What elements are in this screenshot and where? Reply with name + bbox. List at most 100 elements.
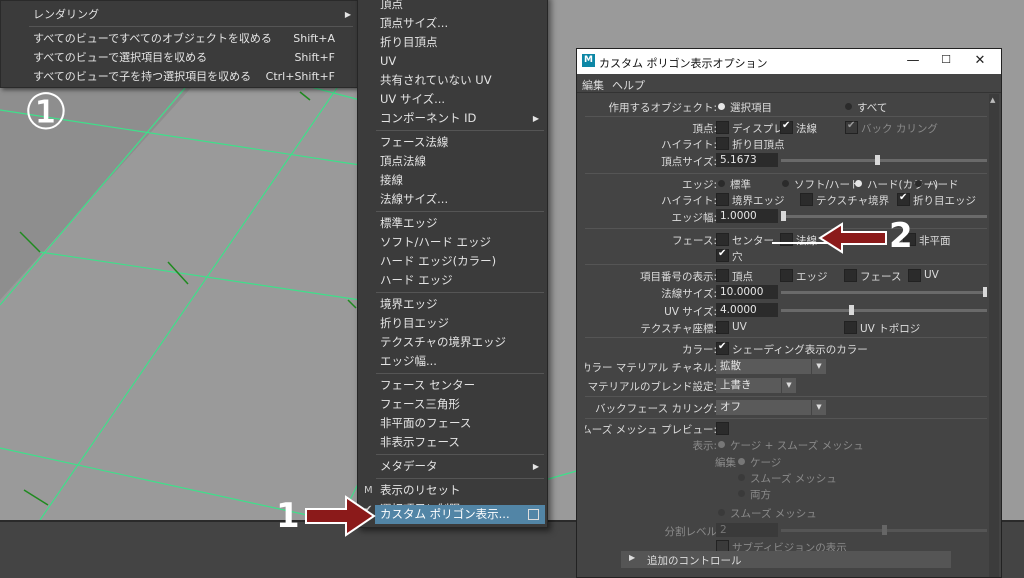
normal-size-slider[interactable] <box>781 291 987 294</box>
menu-item-uv-size[interactable]: UV サイズ... <box>358 90 547 109</box>
dialog-titlebar[interactable]: M カスタム ポリゴン表示オプション — ☐ ✕ <box>577 49 1001 74</box>
material-blend-label: マテリアルのブレンド設定: <box>587 381 717 393</box>
menu-help[interactable]: ヘルプ <box>612 77 645 93</box>
normal-size-field[interactable]: 10.0000 <box>716 285 778 299</box>
normal-size-slider-handle[interactable] <box>983 287 987 297</box>
menu-item-hard-edges[interactable]: ハード エッジ <box>358 271 547 290</box>
red-arrow-icon <box>305 495 376 537</box>
edges-hard-color-radio[interactable] <box>855 180 862 187</box>
menu-item-vertex-normals[interactable]: 頂点法線 <box>358 152 547 171</box>
menu-item-uv[interactable]: UV <box>358 52 547 71</box>
apply-to-all-radio[interactable] <box>845 103 852 110</box>
shaded-color-checkbox[interactable] <box>716 341 729 355</box>
vertex-size-field[interactable]: 5.1673 <box>716 153 778 167</box>
division-level-field[interactable]: 2 <box>716 523 778 537</box>
edit-smooth-mesh-radio[interactable] <box>738 474 745 481</box>
menu-item-tangents[interactable]: 接線 <box>358 171 547 190</box>
smooth-mesh-radio[interactable] <box>718 509 725 516</box>
menu-item-crease-vertices[interactable]: 折り目頂点 <box>358 33 547 52</box>
menu-item-hard-edges-color[interactable]: ハード エッジ(カラー) <box>358 252 547 271</box>
dialog-menubar: 編集 ヘルプ <box>577 74 1001 93</box>
vertices-display-checkbox[interactable] <box>716 121 729 134</box>
dropdown-arrow-icon: ▼ <box>811 359 826 374</box>
menu-item-face-normals[interactable]: フェース法線 <box>358 133 547 152</box>
edges-standard-radio[interactable] <box>718 180 725 187</box>
backface-culling-mode-label: バックフェース カリング: <box>595 403 717 415</box>
numbers-vertices-label: 頂点 <box>732 271 753 283</box>
close-button[interactable]: ✕ <box>970 53 990 68</box>
uv-topology-checkbox[interactable] <box>844 321 857 334</box>
texture-borders-checkbox[interactable] <box>800 193 813 206</box>
uv-size-slider-handle[interactable] <box>849 305 854 315</box>
vertex-size-slider[interactable] <box>781 159 987 162</box>
maximize-button[interactable]: ☐ <box>936 53 956 66</box>
menu-item-soft-hard-edges[interactable]: ソフト/ハード エッジ <box>358 233 547 252</box>
menu-item-metadata[interactable]: メタデータ ▶ <box>358 457 547 476</box>
additional-controls-section[interactable]: ▶ 追加のコントロール <box>621 551 951 568</box>
edge-width-field[interactable]: 1.0000 <box>716 209 778 223</box>
crease-vertices-checkbox[interactable] <box>716 137 729 150</box>
menu-item-crease-edges[interactable]: 折り目エッジ <box>358 314 547 333</box>
edit-cage-radio[interactable] <box>738 458 745 465</box>
smooth-preview-checkbox[interactable] <box>716 422 729 435</box>
color-material-channel-dropdown[interactable]: 拡散 ▼ <box>716 359 826 374</box>
display-cage-smooth-radio[interactable] <box>718 441 725 448</box>
face-centers-checkbox[interactable] <box>716 233 729 246</box>
uv-size-slider[interactable] <box>781 309 987 312</box>
menu-item-hidden-faces[interactable]: 非表示フェース <box>358 433 547 452</box>
menu-item-custom-polygon-display[interactable]: カスタム ポリゴン表示... <box>375 505 545 524</box>
menu-item-component-id[interactable]: コンポーネント ID ▶ <box>358 109 547 128</box>
section-separator <box>585 418 987 419</box>
normal-size-label: 法線サイズ: <box>661 288 717 300</box>
dialog-scrollbar[interactable]: ▲ <box>989 94 999 577</box>
menu-item-vertices[interactable]: 頂点 <box>358 0 547 14</box>
menu-item-face-center[interactable]: フェース センター <box>358 376 547 395</box>
uv-size-label: UV サイズ: <box>664 306 717 318</box>
apply-to-selected-radio[interactable] <box>718 103 725 110</box>
menu-item-normal-size[interactable]: 法線サイズ... <box>358 190 547 209</box>
numbers-faces-checkbox[interactable] <box>844 269 857 282</box>
edge-width-label: エッジ幅: <box>671 212 717 224</box>
menu-item-texture-border-edges[interactable]: テクスチャの境界エッジ <box>358 333 547 352</box>
crease-edges-checkbox[interactable] <box>897 192 910 206</box>
texture-uv-checkbox[interactable] <box>716 321 729 334</box>
menu-item-reset-display[interactable]: M 表示のリセット <box>358 481 547 500</box>
menu-item-border-edges[interactable]: 境界エッジ <box>358 295 547 314</box>
vertices-normals-checkbox[interactable] <box>780 120 793 134</box>
material-blend-dropdown[interactable]: 上書き ▼ <box>716 378 796 393</box>
backface-culling-dropdown[interactable]: オフ ▼ <box>716 400 826 415</box>
numbers-uv-label: UV <box>924 269 939 281</box>
backface-culling-checkbox[interactable] <box>845 120 858 134</box>
menu-item-face-triangles[interactable]: フェース三角形 <box>358 395 547 414</box>
menu-edit[interactable]: 編集 <box>582 77 604 93</box>
vertex-size-slider-handle[interactable] <box>875 155 880 165</box>
menu-separator <box>376 130 544 131</box>
border-edges-checkbox[interactable] <box>716 193 729 206</box>
menu-item-unshared-uv[interactable]: 共有されていない UV <box>358 71 547 90</box>
edge-width-slider-handle[interactable] <box>781 211 786 221</box>
edge-width-slider[interactable] <box>781 215 987 218</box>
numbers-edges-checkbox[interactable] <box>780 269 793 282</box>
menu-item-frame-all[interactable]: すべてのビューですべてのオブジェクトを収める Shift+A <box>1 29 357 48</box>
menu-item-standard-edges[interactable]: 標準エッジ <box>358 214 547 233</box>
minimize-button[interactable]: — <box>903 53 923 68</box>
edit-smooth-mesh-label: スムーズ メッシュ <box>750 473 837 485</box>
section-separator <box>585 173 987 174</box>
menu-item-nonplanar-faces[interactable]: 非平面のフェース <box>358 414 547 433</box>
holes-checkbox[interactable] <box>716 248 729 262</box>
uv-size-field[interactable]: 4.0000 <box>716 303 778 317</box>
menu-item-vertex-size[interactable]: 頂点サイズ... <box>358 14 547 33</box>
edges-hard-radio[interactable] <box>915 180 922 187</box>
menu-item-rendering[interactable]: レンダリング ▶ <box>1 5 357 24</box>
face-normals-checkbox[interactable] <box>780 233 793 246</box>
scroll-up-icon[interactable]: ▲ <box>990 96 995 104</box>
menu-item-edge-width[interactable]: エッジ幅... <box>358 352 547 371</box>
menu-item-frame-selection[interactable]: すべてのビューで選択項目を収める Shift+F <box>1 48 357 67</box>
division-level-slider-handle[interactable] <box>882 525 887 535</box>
numbers-uv-checkbox[interactable] <box>908 269 921 282</box>
option-box-icon[interactable] <box>528 509 539 520</box>
numbers-vertices-checkbox[interactable] <box>716 269 729 282</box>
edit-both-radio[interactable] <box>738 490 745 497</box>
section-separator <box>585 116 987 117</box>
edges-soft-hard-radio[interactable] <box>782 180 789 187</box>
